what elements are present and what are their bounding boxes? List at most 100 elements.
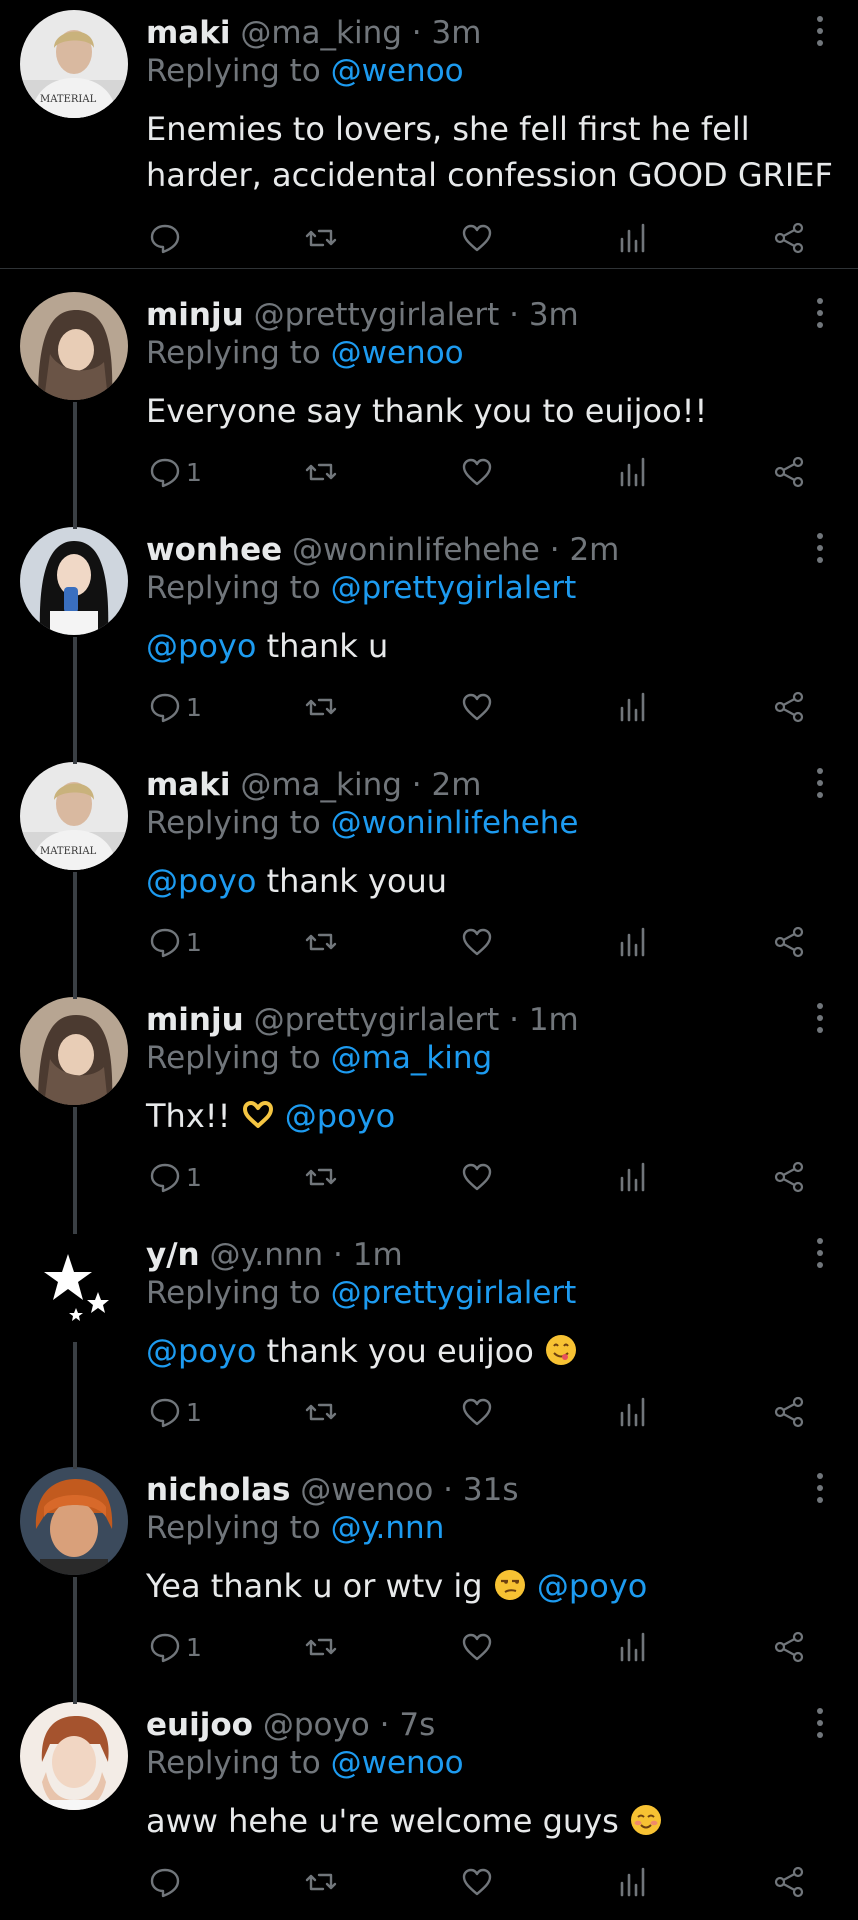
more-vertical-icon[interactable] <box>812 1706 828 1740</box>
mention-link[interactable]: @poyo <box>146 627 256 665</box>
reply-button[interactable]: 1 <box>148 920 202 964</box>
avatar[interactable] <box>20 997 128 1105</box>
replying-mention[interactable]: @wenoo <box>331 53 464 89</box>
timestamp[interactable]: 2m <box>569 532 619 568</box>
retweet-button[interactable] <box>304 450 338 494</box>
replying-mention[interactable]: @prettygirlalert <box>331 570 577 606</box>
tweet[interactable]: y/n @y.nnn · 1m Replying to @prettygirla… <box>0 1221 858 1470</box>
retweet-button[interactable] <box>304 1155 338 1199</box>
user-handle[interactable]: @wenoo <box>300 1472 433 1508</box>
reply-button[interactable] <box>148 216 186 260</box>
views-button[interactable] <box>616 216 650 260</box>
timestamp[interactable]: 3m <box>431 15 481 51</box>
share-button[interactable] <box>772 1390 806 1434</box>
tweet[interactable]: nicholas @wenoo · 31s Replying to @y.nnn… <box>0 1456 858 1705</box>
reply-button[interactable]: 1 <box>148 685 202 729</box>
views-button[interactable] <box>616 920 650 964</box>
avatar[interactable]: MATERIAL <box>20 762 128 870</box>
views-button[interactable] <box>616 1860 650 1904</box>
share-button[interactable] <box>772 920 806 964</box>
more-vertical-icon[interactable] <box>812 14 828 48</box>
timestamp[interactable]: 3m <box>529 297 579 333</box>
like-button[interactable] <box>460 216 494 260</box>
user-handle[interactable]: @poyo <box>263 1707 370 1743</box>
retweet-button[interactable] <box>304 1390 338 1434</box>
avatar[interactable] <box>20 527 128 635</box>
mention-link[interactable]: @poyo <box>285 1097 395 1135</box>
more-vertical-icon[interactable] <box>812 1471 828 1505</box>
user-handle[interactable]: @y.nnn <box>209 1237 323 1273</box>
like-button[interactable] <box>460 920 494 964</box>
avatar[interactable] <box>20 1232 128 1340</box>
tweet[interactable]: euijoo @poyo · 7s Replying to @wenoo aww… <box>0 1691 858 1920</box>
more-vertical-icon[interactable] <box>812 296 828 330</box>
display-name[interactable]: wonhee <box>146 532 282 568</box>
tweet[interactable]: MATERIAL maki @ma_king · 2m Replying to … <box>0 751 858 1000</box>
retweet-button[interactable] <box>304 920 338 964</box>
views-button[interactable] <box>616 1390 650 1434</box>
share-button[interactable] <box>772 1155 806 1199</box>
mention-link[interactable]: @poyo <box>146 1332 256 1370</box>
retweet-button[interactable] <box>304 216 338 260</box>
avatar[interactable] <box>20 1467 128 1575</box>
views-button[interactable] <box>616 1155 650 1199</box>
display-name[interactable]: euijoo <box>146 1707 253 1743</box>
share-button[interactable] <box>772 1860 806 1904</box>
replying-mention[interactable]: @wenoo <box>331 1745 464 1781</box>
reply-button[interactable] <box>148 1860 186 1904</box>
mention-link[interactable]: @poyo <box>146 862 256 900</box>
avatar[interactable]: MATERIAL <box>20 10 128 118</box>
user-handle[interactable]: @prettygirlalert <box>254 1002 500 1038</box>
share-button[interactable] <box>772 216 806 260</box>
reply-button[interactable]: 1 <box>148 450 202 494</box>
views-button[interactable] <box>616 450 650 494</box>
retweet-button[interactable] <box>304 1625 338 1669</box>
user-handle[interactable]: @ma_king <box>240 767 402 803</box>
user-handle[interactable]: @prettygirlalert <box>254 297 500 333</box>
replying-mention[interactable]: @prettygirlalert <box>331 1275 577 1311</box>
reply-button[interactable]: 1 <box>148 1155 202 1199</box>
like-button[interactable] <box>460 685 494 729</box>
display-name[interactable]: y/n <box>146 1237 200 1273</box>
retweet-button[interactable] <box>304 685 338 729</box>
timestamp[interactable]: 31s <box>463 1472 519 1508</box>
display-name[interactable]: minju <box>146 297 244 333</box>
tweet[interactable]: minju @prettygirlalert · 3m Replying to … <box>0 282 858 530</box>
timestamp[interactable]: 7s <box>399 1707 435 1743</box>
timestamp[interactable]: 1m <box>353 1237 403 1273</box>
timestamp[interactable]: 1m <box>529 1002 579 1038</box>
display-name[interactable]: minju <box>146 1002 244 1038</box>
share-button[interactable] <box>772 450 806 494</box>
views-button[interactable] <box>616 685 650 729</box>
replying-mention[interactable]: @wenoo <box>331 335 464 371</box>
like-button[interactable] <box>460 1390 494 1434</box>
tweet[interactable]: minju @prettygirlalert · 1m Replying to … <box>0 986 858 1235</box>
user-handle[interactable]: @woninlifehehe <box>292 532 540 568</box>
more-vertical-icon[interactable] <box>812 1001 828 1035</box>
replying-mention[interactable]: @ma_king <box>331 1040 493 1076</box>
replying-mention[interactable]: @y.nnn <box>331 1510 445 1546</box>
reply-button[interactable]: 1 <box>148 1390 202 1434</box>
display-name[interactable]: nicholas <box>146 1472 290 1508</box>
share-button[interactable] <box>772 685 806 729</box>
views-button[interactable] <box>616 1625 650 1669</box>
like-button[interactable] <box>460 1860 494 1904</box>
like-button[interactable] <box>460 450 494 494</box>
display-name[interactable]: maki <box>146 767 230 803</box>
avatar[interactable] <box>20 292 128 400</box>
display-name[interactable]: maki <box>146 15 230 51</box>
tweet[interactable]: MATERIAL maki @ma_king · 3m Replying to … <box>0 0 858 254</box>
avatar[interactable] <box>20 1702 128 1810</box>
tweet[interactable]: wonhee @woninlifehehe · 2m Replying to @… <box>0 516 858 765</box>
timestamp[interactable]: 2m <box>431 767 481 803</box>
more-vertical-icon[interactable] <box>812 531 828 565</box>
like-button[interactable] <box>460 1625 494 1669</box>
share-button[interactable] <box>772 1625 806 1669</box>
reply-button[interactable]: 1 <box>148 1625 202 1669</box>
like-button[interactable] <box>460 1155 494 1199</box>
more-vertical-icon[interactable] <box>812 1236 828 1270</box>
more-vertical-icon[interactable] <box>812 766 828 800</box>
retweet-button[interactable] <box>304 1860 338 1904</box>
replying-mention[interactable]: @woninlifehehe <box>331 805 579 841</box>
user-handle[interactable]: @ma_king <box>240 15 402 51</box>
